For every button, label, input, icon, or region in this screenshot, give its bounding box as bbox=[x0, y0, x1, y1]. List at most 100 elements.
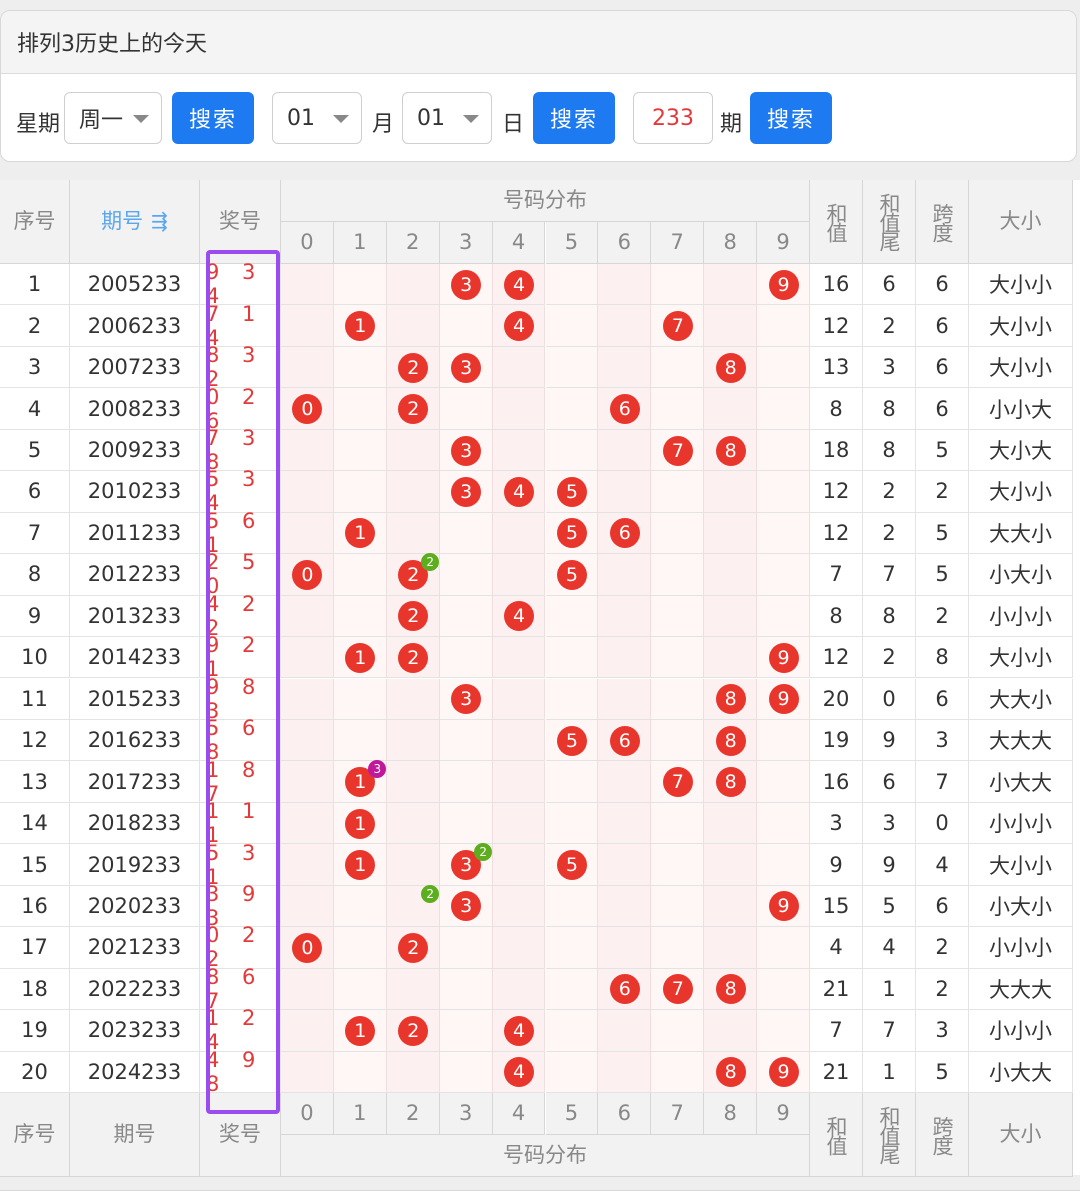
distribution-cell bbox=[651, 678, 705, 720]
row-issue: 2008233 bbox=[70, 388, 200, 430]
distribution-cell bbox=[333, 968, 387, 1011]
date-search-button[interactable]: 搜索 bbox=[533, 92, 615, 144]
row-winning-number: 4 9 8 bbox=[200, 1048, 281, 1096]
distribution-cell bbox=[704, 264, 758, 306]
sort-icon[interactable]: ⇶ bbox=[151, 211, 168, 232]
row-sum-tail: 8 bbox=[863, 429, 916, 472]
row-sum: 3 bbox=[810, 802, 863, 845]
row-span: 6 bbox=[916, 346, 969, 389]
issue-input[interactable]: 233 bbox=[633, 92, 713, 144]
row-span: 8 bbox=[916, 637, 969, 679]
distribution-cell bbox=[757, 802, 810, 845]
row-size: 大小大 bbox=[969, 429, 1073, 472]
issue-search-button[interactable]: 搜索 bbox=[750, 92, 832, 144]
row-span: 6 bbox=[916, 678, 969, 720]
distribution-ball: 2 bbox=[398, 1015, 429, 1046]
distribution-ball: 3 bbox=[451, 476, 482, 507]
distribution-cell bbox=[281, 429, 334, 472]
distribution-cell bbox=[333, 471, 387, 513]
distribution-ball: 4 bbox=[504, 1015, 535, 1046]
footer-span: 跨度 bbox=[916, 1093, 969, 1177]
footer-digit: 6 bbox=[598, 1093, 652, 1135]
row-size: 小小大 bbox=[969, 388, 1073, 430]
distribution-cell bbox=[651, 595, 705, 638]
weekday-select[interactable]: 周一 bbox=[64, 92, 162, 144]
row-index: 5 bbox=[0, 429, 70, 472]
distribution-cell bbox=[651, 264, 705, 306]
row-issue: 2020233 bbox=[70, 885, 200, 928]
distribution-cell bbox=[492, 429, 546, 472]
footer-sum-tail: 和值尾 bbox=[863, 1093, 916, 1177]
row-sum: 21 bbox=[810, 1051, 863, 1093]
footer-digit: 3 bbox=[439, 1093, 493, 1135]
distribution-cell bbox=[651, 1051, 705, 1093]
row-sum-tail: 6 bbox=[863, 761, 916, 803]
footer-digit: 2 bbox=[386, 1093, 440, 1135]
row-sum-tail: 2 bbox=[863, 305, 916, 347]
distribution-cell bbox=[704, 637, 758, 679]
row-winning-number: 7 3 8 bbox=[200, 426, 281, 474]
row-winning-number: 9 2 1 bbox=[200, 633, 281, 681]
distribution-cell bbox=[545, 678, 599, 720]
distribution-cell bbox=[492, 968, 546, 1011]
distribution-cell bbox=[598, 844, 652, 886]
distribution-cell bbox=[492, 554, 546, 596]
header-winning: 奖号 bbox=[200, 180, 281, 264]
distribution-cell bbox=[492, 802, 546, 845]
footer-size: 大小 bbox=[969, 1093, 1073, 1177]
distribution-cell bbox=[281, 1051, 334, 1093]
header-issue[interactable]: 期号 ⇶ bbox=[70, 180, 200, 264]
distribution-cell bbox=[545, 761, 599, 803]
row-index: 11 bbox=[0, 678, 70, 720]
distribution-cell bbox=[281, 844, 334, 886]
distribution-cell bbox=[281, 264, 334, 306]
distribution-cell bbox=[704, 305, 758, 347]
distribution-cell bbox=[386, 429, 440, 472]
distribution-ball: 4 bbox=[504, 476, 535, 507]
distribution-ball: 2 bbox=[398, 642, 429, 673]
weekday-value: 周一 bbox=[79, 108, 124, 133]
distribution-cell bbox=[757, 346, 810, 389]
row-span: 0 bbox=[916, 802, 969, 845]
row-sum: 8 bbox=[810, 595, 863, 638]
header-digit: 3 bbox=[439, 222, 493, 264]
header-distribution: 号码分布 bbox=[281, 180, 810, 222]
distribution-ball: 9 bbox=[768, 891, 799, 922]
distribution-ball: 6 bbox=[609, 394, 640, 425]
footer-digit: 9 bbox=[757, 1093, 810, 1135]
weekday-search-button[interactable]: 搜索 bbox=[172, 92, 254, 144]
distribution-cell bbox=[545, 388, 599, 430]
row-sum-tail: 1 bbox=[863, 1051, 916, 1093]
footer-digit: 1 bbox=[333, 1093, 387, 1135]
distribution-cell bbox=[704, 885, 758, 928]
row-index: 2 bbox=[0, 305, 70, 347]
header-digit: 4 bbox=[492, 222, 546, 264]
row-sum-tail: 8 bbox=[863, 388, 916, 430]
distribution-ball: 8 bbox=[715, 1057, 746, 1088]
distribution-ball: 3 bbox=[451, 352, 482, 383]
row-size: 小小小 bbox=[969, 802, 1073, 845]
header-digit: 7 bbox=[651, 222, 705, 264]
day-select[interactable]: 01 bbox=[402, 92, 492, 144]
distribution-cell bbox=[598, 429, 652, 472]
row-index: 19 bbox=[0, 1010, 70, 1052]
distribution-ball: 2 bbox=[398, 932, 429, 963]
row-size: 大小小 bbox=[969, 346, 1073, 389]
distribution-cell bbox=[281, 719, 334, 762]
distribution-cell bbox=[333, 1051, 387, 1093]
distribution-cell bbox=[704, 595, 758, 638]
header-digit: 0 bbox=[281, 222, 334, 264]
distribution-cell bbox=[281, 512, 334, 555]
month-select[interactable]: 01 bbox=[272, 92, 362, 144]
row-issue: 2005233 bbox=[70, 264, 200, 306]
distribution-cell bbox=[651, 719, 705, 762]
distribution-cell bbox=[281, 968, 334, 1011]
distribution-cell bbox=[386, 678, 440, 720]
distribution-cell bbox=[757, 471, 810, 513]
chevron-down-icon bbox=[333, 115, 349, 123]
distribution-ball: 3 bbox=[451, 269, 482, 300]
distribution-ball: 7 bbox=[662, 974, 693, 1005]
distribution-cell bbox=[439, 1010, 493, 1052]
row-sum: 13 bbox=[810, 346, 863, 389]
distribution-cell bbox=[281, 885, 334, 928]
